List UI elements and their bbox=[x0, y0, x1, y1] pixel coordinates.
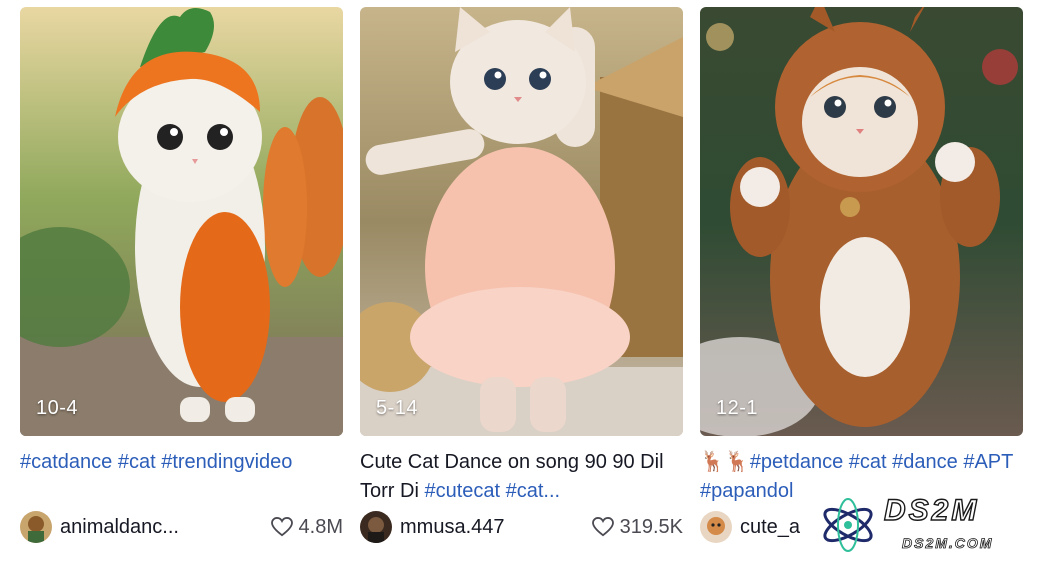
hashtag-link[interactable]: #trendingvideo bbox=[161, 451, 292, 473]
avatar bbox=[20, 511, 52, 543]
author-name: cute_a bbox=[740, 515, 801, 538]
cat-carrot-costume-image bbox=[20, 7, 343, 436]
hashtag-link[interactable]: #cutecat #cat... bbox=[424, 480, 560, 502]
like-count-text: 4.8M bbox=[298, 515, 343, 538]
video-card[interactable]: 12-1 🦌🦌#petdance #cat #dance #APT #papan… bbox=[700, 7, 1023, 557]
video-thumbnail[interactable]: 12-1 bbox=[700, 7, 1023, 436]
deer-emoji-icon: 🦌🦌 bbox=[700, 451, 750, 473]
video-grid: 10-4 #catdance #cat #trendingvideo anima… bbox=[20, 7, 1023, 557]
video-meta: animaldanc... 4.8M bbox=[20, 510, 343, 544]
video-thumbnail[interactable]: 10-4 bbox=[20, 7, 343, 436]
episode-badge: 12-1 bbox=[716, 397, 759, 419]
video-card[interactable]: 10-4 #catdance #cat #trendingvideo anima… bbox=[20, 7, 343, 557]
like-count-text: 319.5K bbox=[619, 515, 683, 538]
atom-logo-icon: DS2M DS2M.COM bbox=[823, 493, 993, 552]
author-name: mmusa.447 bbox=[400, 515, 505, 538]
watermark-logo: DS2M DS2M.COM bbox=[818, 490, 1030, 560]
watermark-subtitle: DS2M.COM bbox=[902, 535, 993, 551]
hashtag-link[interactable]: #catdance #cat bbox=[20, 451, 156, 473]
episode-badge: 5-14 bbox=[376, 397, 419, 419]
video-thumbnail[interactable]: 5-14 bbox=[360, 7, 683, 436]
video-meta: mmusa.447 319.5K bbox=[360, 510, 683, 544]
episode-badge: 10-4 bbox=[36, 397, 79, 419]
video-caption[interactable]: Cute Cat Dance on song 90 90 Dil Torr Di… bbox=[360, 448, 683, 506]
avatar bbox=[360, 511, 392, 543]
author-link[interactable]: mmusa.447 bbox=[360, 511, 505, 543]
author-link[interactable]: animaldanc... bbox=[20, 511, 179, 543]
watermark-title: DS2M bbox=[884, 494, 979, 527]
author-name: animaldanc... bbox=[60, 515, 179, 538]
like-count[interactable]: 4.8M bbox=[270, 515, 343, 539]
video-caption[interactable]: #catdance #cat #trendingvideo bbox=[20, 448, 343, 506]
cat-reindeer-costume-image bbox=[700, 7, 1023, 436]
author-link[interactable]: cute_a bbox=[700, 511, 800, 543]
cat-pink-dress-image bbox=[360, 7, 683, 436]
like-count[interactable]: 319.5K bbox=[591, 515, 683, 539]
heart-icon bbox=[270, 517, 293, 537]
video-card[interactable]: 5-14 Cute Cat Dance on song 90 90 Dil To… bbox=[360, 7, 683, 557]
avatar bbox=[700, 511, 732, 543]
heart-icon bbox=[591, 517, 614, 537]
